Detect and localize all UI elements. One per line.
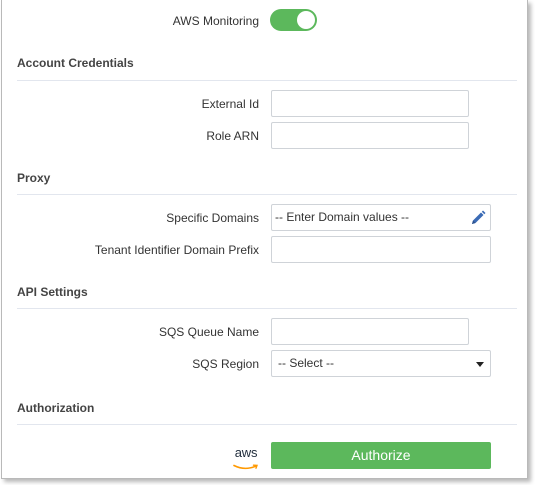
section-divider (17, 308, 517, 309)
sqs-region-selected-value: -- Select -- (278, 356, 335, 370)
aws-logo: aws (232, 446, 260, 470)
specific-domains-field[interactable]: -- Enter Domain values -- (271, 204, 491, 231)
authorize-button[interactable]: Authorize (271, 442, 491, 469)
role-arn-label: Role ARN (206, 129, 259, 143)
section-divider (17, 424, 517, 425)
api-settings-heading: API Settings (17, 285, 88, 299)
section-divider (17, 80, 517, 81)
external-id-label: External Id (201, 97, 259, 111)
tenant-prefix-label: Tenant Identifier Domain Prefix (94, 243, 259, 257)
external-id-field[interactable] (271, 90, 469, 117)
toggle-knob (297, 11, 315, 29)
aws-monitoring-label: AWS Monitoring (172, 14, 259, 28)
tenant-prefix-field[interactable] (271, 236, 491, 263)
account-credentials-heading: Account Credentials (17, 56, 134, 70)
sqs-region-select[interactable]: -- Select -- (271, 350, 491, 377)
caret-down-icon (476, 362, 484, 367)
section-divider (17, 194, 517, 195)
pencil-icon[interactable] (470, 210, 486, 226)
proxy-heading: Proxy (17, 171, 51, 185)
specific-domains-placeholder: -- Enter Domain values -- (275, 210, 410, 224)
sqs-queue-name-field[interactable] (271, 318, 469, 345)
sqs-queue-name-label: SQS Queue Name (158, 325, 259, 339)
aws-monitoring-panel: AWS Monitoring Account Credentials Exter… (1, 0, 528, 479)
role-arn-field[interactable] (271, 122, 469, 149)
authorization-heading: Authorization (17, 401, 95, 415)
specific-domains-label: Specific Domains (166, 211, 259, 225)
aws-smile-icon (233, 464, 258, 470)
aws-logo-text: aws (234, 445, 258, 460)
sqs-region-label: SQS Region (192, 357, 259, 371)
aws-monitoring-toggle[interactable] (270, 9, 317, 31)
